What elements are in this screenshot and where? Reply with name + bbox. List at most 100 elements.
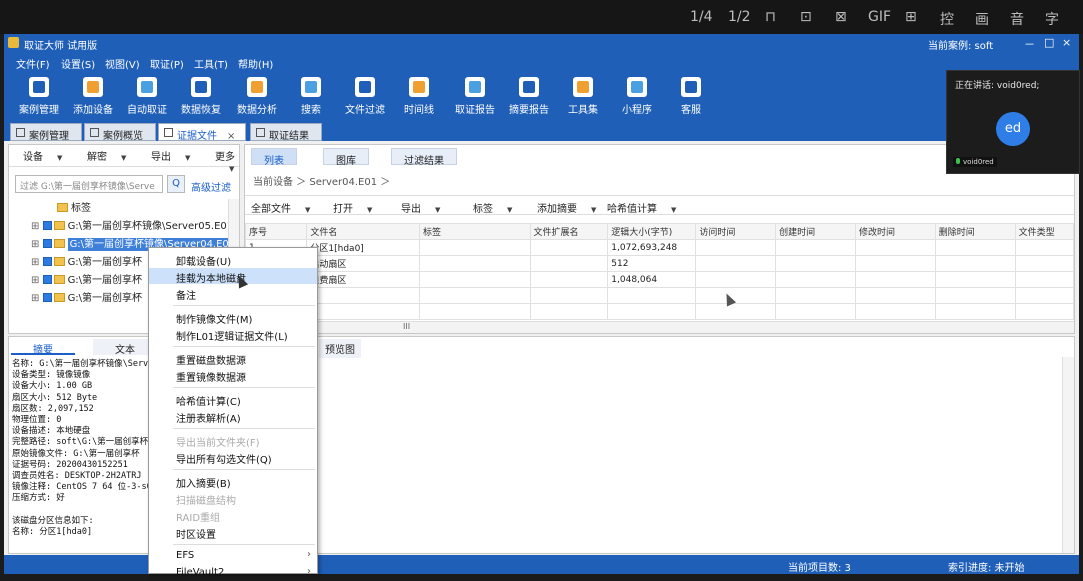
- context-menu-item[interactable]: 重置镜像数据源: [149, 367, 317, 384]
- tab-preview[interactable]: 预览图: [319, 339, 361, 358]
- tab-evidence-files[interactable]: 证据文件 ×: [158, 123, 246, 142]
- tag-dropdown[interactable]: 标签: [473, 200, 512, 215]
- context-menu-item[interactable]: 卸载设备(U): [149, 251, 317, 268]
- page-1-4-button[interactable]: 1/4: [690, 9, 713, 25]
- column-header[interactable]: 访问时间: [695, 223, 777, 240]
- maximize-button[interactable]: □: [1044, 36, 1054, 49]
- device-dropdown[interactable]: 设备: [23, 148, 62, 163]
- subtab-filter-results[interactable]: 过滤结果: [391, 148, 457, 167]
- context-menu-item[interactable]: 哈希值计算(C): [149, 391, 317, 408]
- caption-button[interactable]: 字: [1045, 9, 1059, 29]
- toolbar-forensic-report-button[interactable]: 取证报告: [448, 75, 502, 119]
- checkbox[interactable]: [42, 257, 52, 266]
- hash-calc-dropdown[interactable]: 哈希值计算: [607, 200, 676, 215]
- context-menu-item[interactable]: 挂载为本地磁盘: [149, 268, 317, 285]
- table-row[interactable]: 浪费扇区 1,048,064: [244, 271, 1075, 288]
- expand-icon[interactable]: ⊞: [31, 257, 43, 268]
- context-menu-item[interactable]: 加入摘要(B): [149, 473, 317, 490]
- export-files-dropdown[interactable]: 导出: [401, 200, 440, 215]
- all-files-dropdown[interactable]: 全部文件: [251, 200, 310, 215]
- toolbar-data-recovery-button[interactable]: 数据恢复: [174, 75, 228, 119]
- search-icon[interactable]: Q: [167, 175, 185, 193]
- column-header[interactable]: 文件扩展名: [529, 223, 609, 240]
- checkbox[interactable]: [42, 293, 52, 302]
- menu-help[interactable]: 帮助(H): [238, 56, 273, 71]
- expand-icon[interactable]: ⊞: [31, 239, 43, 250]
- toolbar-auto-forensics-button[interactable]: 自动取证: [120, 75, 174, 119]
- toolbar-file-filter-button[interactable]: 文件过滤: [338, 75, 392, 119]
- column-header[interactable]: 创建时间: [775, 223, 856, 240]
- crop-button[interactable]: ⊓: [765, 9, 776, 25]
- table-row[interactable]: 1分区1[hda0]1,072,693,248: [244, 239, 1075, 256]
- close-tab-icon[interactable]: ×: [227, 131, 235, 142]
- draw-button[interactable]: 画: [975, 9, 989, 29]
- tree-node[interactable]: ⊞ G:\第一届创享杯: [31, 253, 142, 269]
- tree-node[interactable]: 标签: [57, 199, 91, 215]
- add-summary-dropdown[interactable]: 添加摘要: [537, 200, 596, 215]
- context-menu-item[interactable]: 备注: [149, 285, 317, 302]
- tree-node[interactable]: ⊞ G:\第一届创享杯: [31, 289, 142, 305]
- tree-node[interactable]: ⊞ G:\第一届创享杯镜像\Server05.E01: [31, 217, 233, 233]
- preview-scrollbar[interactable]: [1062, 357, 1074, 553]
- toolbar-case-management-button[interactable]: 案例管理: [12, 75, 66, 119]
- filter-input[interactable]: 过滤 G:\第一届创享杯镜像\Serve: [15, 175, 163, 193]
- table-row[interactable]: 启动扇区 512: [244, 255, 1075, 272]
- audio-button[interactable]: 音: [1010, 9, 1024, 29]
- context-menu-item[interactable]: 重置磁盘数据源: [149, 350, 317, 367]
- toolbar-data-analysis-button[interactable]: 数据分析: [230, 75, 284, 119]
- context-menu-item[interactable]: FileVault2 ›: [149, 565, 317, 581]
- more-dropdown[interactable]: 更多: [215, 148, 239, 174]
- checkbox[interactable]: [42, 239, 52, 248]
- tree-node[interactable]: ⊞ G:\第一届创享杯: [31, 271, 142, 287]
- minimize-button[interactable]: －: [1024, 36, 1035, 52]
- menu-file[interactable]: 文件(F): [16, 56, 50, 71]
- column-header[interactable]: 序号: [244, 223, 308, 240]
- expand-icon[interactable]: ⊞: [31, 275, 43, 286]
- checkbox[interactable]: [42, 275, 52, 284]
- subtab-gallery[interactable]: 图库: [323, 148, 369, 167]
- subtab-list[interactable]: 列表: [251, 148, 297, 167]
- column-header[interactable]: 标签: [418, 223, 531, 240]
- expand-icon[interactable]: ⊞: [31, 221, 43, 232]
- scroll-thumb[interactable]: III: [403, 322, 410, 331]
- export-dropdown[interactable]: 导出: [151, 148, 190, 163]
- gif-button[interactable]: GIF: [868, 9, 891, 25]
- decrypt-dropdown[interactable]: 解密: [87, 148, 126, 163]
- column-header[interactable]: 文件类型: [1014, 223, 1075, 240]
- toolbar-timeline-button[interactable]: 时间线: [392, 75, 446, 119]
- advanced-filter-link[interactable]: 高级过滤: [191, 179, 231, 194]
- column-header[interactable]: 删除时间: [934, 223, 1016, 240]
- expand-icon[interactable]: ⊞: [31, 293, 43, 304]
- horizontal-scrollbar[interactable]: III: [245, 321, 1074, 333]
- annotate-button[interactable]: ⊠: [835, 9, 847, 25]
- menu-tools[interactable]: 工具(T): [194, 56, 228, 71]
- context-menu-item[interactable]: 制作L01逻辑证据文件(L): [149, 326, 317, 343]
- toolbar-summary-report-button[interactable]: 摘要报告: [502, 75, 556, 119]
- toolbar-search-button[interactable]: 搜索: [284, 75, 338, 119]
- column-header[interactable]: 文件名: [306, 223, 420, 240]
- context-menu-item[interactable]: EFS ›: [149, 548, 317, 564]
- menu-view[interactable]: 视图(V): [105, 56, 140, 71]
- checkbox[interactable]: [42, 221, 52, 230]
- open-dropdown[interactable]: 打开: [333, 200, 372, 215]
- frame-button[interactable]: ⊡: [800, 9, 812, 25]
- context-menu-item[interactable]: 注册表解析(A): [149, 408, 317, 425]
- tab-case-management[interactable]: 案例管理: [10, 123, 82, 142]
- menu-forensics[interactable]: 取证(P): [150, 56, 184, 71]
- context-menu-item[interactable]: 制作镜像文件(M): [149, 309, 317, 326]
- page-1-2-button[interactable]: 1/2: [728, 9, 751, 25]
- tab-summary[interactable]: 摘要: [11, 339, 75, 356]
- toolbar-toolset-button[interactable]: 工具集: [556, 75, 610, 119]
- context-menu-item[interactable]: 时区设置: [149, 524, 317, 541]
- context-menu-item[interactable]: 导出所有勾选文件(Q): [149, 449, 317, 466]
- column-header[interactable]: 修改时间: [854, 223, 936, 240]
- toolbar-mini-program-button[interactable]: 小程序: [610, 75, 664, 119]
- tab-case-overview[interactable]: 案例概览: [84, 123, 156, 142]
- close-button[interactable]: ×: [1062, 36, 1071, 49]
- toolbar-add-device-button[interactable]: 添加设备: [66, 75, 120, 119]
- control-button[interactable]: 控: [940, 9, 954, 29]
- tab-forensic-results[interactable]: 取证结果: [250, 123, 322, 142]
- menu-settings[interactable]: 设置(S): [61, 56, 95, 71]
- window-button[interactable]: ⊞: [905, 9, 917, 25]
- column-header[interactable]: 逻辑大小(字节): [607, 223, 697, 240]
